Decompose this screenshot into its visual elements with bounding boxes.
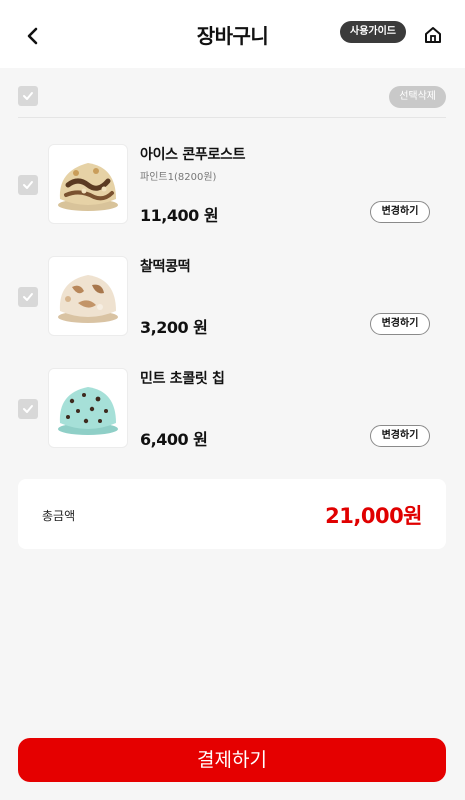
item-image[interactable] (48, 144, 128, 224)
cart-item: 아이스 콘푸로스트 파인트1(8200원) 11,400 원 변경하기 (18, 144, 446, 234)
item-checkbox[interactable] (18, 175, 38, 195)
item-checkbox[interactable] (18, 287, 38, 307)
ice-cream-scoop-image (58, 387, 118, 435)
delete-selected-button[interactable]: 선택삭제 (389, 86, 446, 108)
ice-cream-scoop-image (58, 275, 118, 323)
select-all-row: 선택삭제 (18, 84, 446, 118)
item-price: 6,400 원 (140, 430, 208, 449)
change-button[interactable]: 변경하기 (370, 425, 430, 447)
check-icon (23, 92, 33, 100)
check-icon (23, 293, 33, 301)
header: 장바구니 사용가이드 (0, 0, 465, 68)
item-option: 파인트1(8200원) (140, 172, 217, 183)
item-image[interactable] (48, 256, 128, 336)
change-button[interactable]: 변경하기 (370, 313, 430, 335)
item-image[interactable] (48, 368, 128, 448)
home-button[interactable] (422, 24, 444, 46)
item-checkbox[interactable] (18, 399, 38, 419)
total-summary: 총금액 21,000원 (18, 479, 446, 549)
item-name: 민트 초콜릿 칩 (140, 371, 225, 387)
item-name: 찰떡콩떡 (140, 259, 191, 275)
total-amount: 21,000원 (325, 504, 422, 528)
item-name: 아이스 콘푸로스트 (140, 147, 246, 163)
cart-item: 민트 초콜릿 칩 6,400 원 변경하기 (18, 368, 446, 458)
check-icon (23, 405, 33, 413)
cart-item: 찰떡콩떡 3,200 원 변경하기 (18, 256, 446, 346)
select-all-checkbox[interactable] (18, 86, 38, 106)
guide-button[interactable]: 사용가이드 (340, 21, 406, 43)
pay-button[interactable]: 결제하기 (18, 738, 446, 782)
ice-cream-scoop-image (58, 163, 118, 211)
change-button[interactable]: 변경하기 (370, 201, 430, 223)
item-price: 11,400 원 (140, 206, 219, 225)
home-icon (425, 27, 441, 43)
check-icon (23, 181, 33, 189)
total-label: 총금액 (42, 509, 76, 523)
item-price: 3,200 원 (140, 318, 208, 337)
